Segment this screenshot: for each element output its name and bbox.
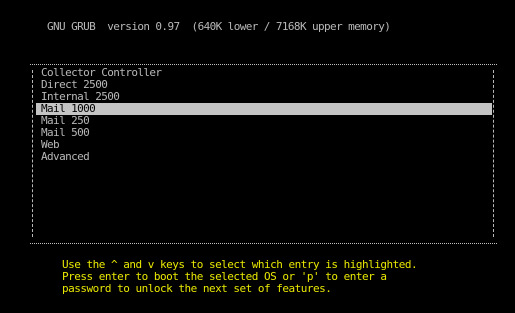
boot-entry-mail-250[interactable]: Mail 250: [30, 115, 497, 127]
menu-border-bottom: [30, 243, 497, 244]
boot-entry-advanced[interactable]: Advanced: [30, 151, 497, 163]
menu-border-top: [30, 64, 497, 65]
boot-entry-internal-2500[interactable]: Internal 2500: [30, 91, 497, 103]
boot-menu: Collector Controller Direct 2500 Interna…: [30, 64, 497, 244]
boot-entry-mail-1000[interactable]: Mail 1000: [36, 103, 492, 115]
help-text: Use the ^ and v keys to select which ent…: [62, 259, 492, 295]
grub-screen: GNU GRUB version 0.97 (640K lower / 7168…: [0, 0, 515, 313]
help-line: password to unlock the next set of featu…: [62, 282, 332, 295]
boot-entry-mail-500[interactable]: Mail 500: [30, 127, 497, 139]
boot-entry-list: Collector Controller Direct 2500 Interna…: [30, 67, 497, 163]
boot-entry-web[interactable]: Web: [30, 139, 497, 151]
grub-version-header: GNU GRUB version 0.97 (640K lower / 7168…: [47, 20, 391, 33]
